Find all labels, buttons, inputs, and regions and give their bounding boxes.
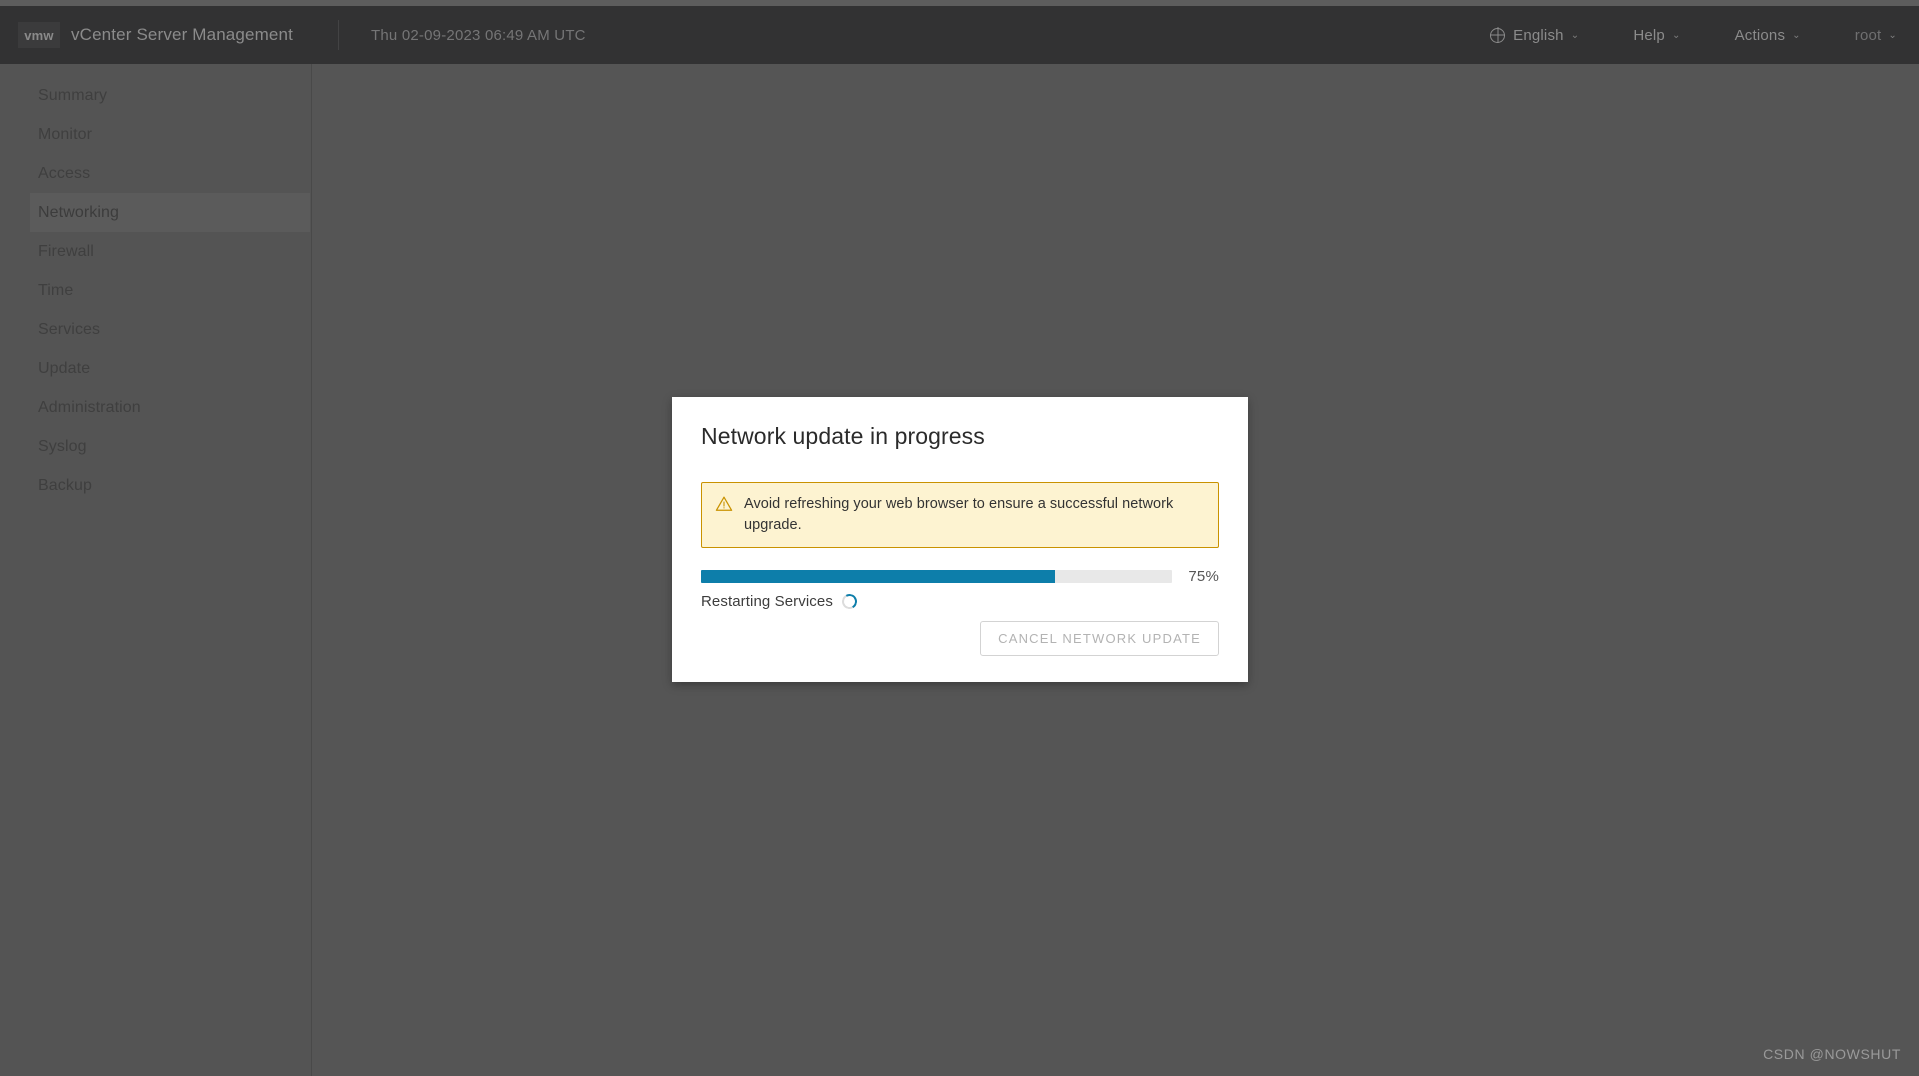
warning-triangle-icon bbox=[715, 495, 733, 513]
sidebar-item-syslog[interactable]: Syslog bbox=[0, 427, 311, 466]
sidebar-item-summary[interactable]: Summary bbox=[0, 76, 311, 115]
sidebar-item-monitor[interactable]: Monitor bbox=[0, 115, 311, 154]
actions-menu[interactable]: Actions ⌄ bbox=[1735, 27, 1801, 44]
sidebar-item-label: Networking bbox=[38, 203, 120, 221]
user-label: root bbox=[1854, 26, 1882, 44]
sidebar-item-networking[interactable]: Networking bbox=[30, 193, 310, 232]
sidebar-item-time[interactable]: Time bbox=[0, 271, 311, 310]
sidebar-item-label: Firewall bbox=[38, 242, 94, 260]
cancel-network-update-button[interactable]: CANCEL NETWORK UPDATE bbox=[980, 621, 1219, 656]
chevron-down-icon: ⌄ bbox=[1570, 29, 1580, 41]
header-divider bbox=[338, 20, 340, 50]
app-title: vCenter Server Management bbox=[71, 25, 294, 44]
loading-spinner-icon bbox=[840, 591, 859, 611]
header-datetime: Thu 02-09-2023 06:49 AM UTC bbox=[371, 26, 586, 44]
help-label: Help bbox=[1633, 26, 1665, 44]
help-menu[interactable]: Help ⌄ bbox=[1633, 27, 1680, 44]
dialog-footer: CANCEL NETWORK UPDATE bbox=[980, 621, 1219, 656]
sidebar-nav: Summary Monitor Access Networking Firewa… bbox=[0, 64, 312, 1076]
sidebar-item-label: Syslog bbox=[38, 437, 87, 455]
network-update-progress-dialog: Network update in progress Avoid refresh… bbox=[672, 397, 1248, 682]
app-header: vmw vCenter Server Management Thu 02-09-… bbox=[0, 6, 1919, 64]
progress-bar-fill bbox=[701, 569, 1055, 583]
progress-row: 75% bbox=[701, 568, 1219, 585]
sidebar-item-firewall[interactable]: Firewall bbox=[0, 232, 311, 271]
sidebar-item-access[interactable]: Access bbox=[0, 154, 311, 193]
language-menu[interactable]: English ⌄ bbox=[1490, 27, 1579, 44]
status-row: Restarting Services bbox=[701, 591, 1219, 611]
sidebar-item-services[interactable]: Services bbox=[0, 310, 311, 349]
sidebar-item-label: Access bbox=[38, 164, 91, 182]
actions-label: Actions bbox=[1734, 26, 1786, 44]
language-label: English bbox=[1513, 26, 1564, 44]
sidebar-item-label: Services bbox=[38, 320, 101, 338]
user-menu[interactable]: root ⌄ bbox=[1855, 27, 1897, 44]
progress-bar-track bbox=[701, 569, 1173, 583]
chevron-down-icon: ⌄ bbox=[1792, 29, 1801, 41]
sidebar-item-backup[interactable]: Backup bbox=[0, 466, 311, 505]
chevron-down-icon: ⌄ bbox=[1888, 29, 1897, 41]
globe-icon bbox=[1490, 27, 1506, 43]
sidebar-item-update[interactable]: Update bbox=[0, 349, 311, 388]
header-actions-group: English ⌄ Help ⌄ Actions ⌄ root ⌄ bbox=[1436, 27, 1919, 44]
sidebar-item-label: Monitor bbox=[38, 125, 93, 143]
warning-alert-message: Avoid refreshing your web browser to ens… bbox=[744, 495, 1174, 533]
status-label: Restarting Services bbox=[701, 592, 833, 610]
sidebar-item-administration[interactable]: Administration bbox=[0, 388, 311, 427]
progress-percent-label: 75% bbox=[1188, 567, 1219, 585]
sidebar-item-label: Time bbox=[38, 281, 74, 299]
chevron-down-icon: ⌄ bbox=[1671, 29, 1681, 41]
dialog-title: Network update in progress bbox=[701, 423, 985, 449]
warning-alert: Avoid refreshing your web browser to ens… bbox=[701, 481, 1219, 548]
sidebar-item-label: Update bbox=[38, 359, 91, 377]
watermark: CSDN @NOWSHUT bbox=[1763, 1046, 1901, 1062]
vmware-logo: vmw bbox=[18, 22, 60, 48]
sidebar-item-label: Administration bbox=[38, 398, 141, 416]
sidebar-item-label: Backup bbox=[38, 476, 92, 494]
vcenter-management-app: vmw vCenter Server Management Thu 02-09-… bbox=[0, 0, 1919, 1076]
sidebar-item-label: Summary bbox=[38, 86, 108, 104]
